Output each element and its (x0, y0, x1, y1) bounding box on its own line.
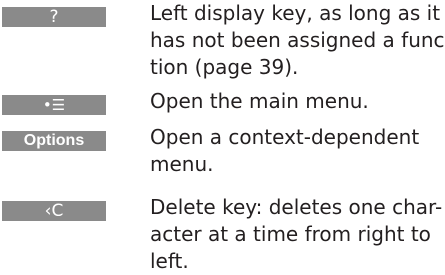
description-line: tion (page 39). (150, 55, 299, 79)
description-line: Left display key, as long as it (150, 1, 441, 25)
description-line: left. (150, 249, 189, 273)
delete-key[interactable]: ‹C (2, 201, 106, 221)
main-menu-key[interactable]: •☰ (2, 95, 106, 115)
delete-key-description: Delete key: deletes one char- acter at a… (150, 194, 445, 275)
description-line: menu. (150, 152, 214, 176)
main-menu-key-description: Open the main menu. (150, 88, 445, 115)
description-line: has not been assigned a func- (150, 28, 445, 52)
options-key-description: Open a context-dependent menu. (150, 124, 445, 178)
left-display-key-description: Left display key, as long as it has not … (150, 0, 445, 81)
description-line: Open the main menu. (150, 89, 369, 113)
description-line: acter at a time from right to (150, 222, 431, 246)
left-display-key[interactable]: ? (2, 7, 106, 27)
description-line: Delete key: deletes one char- (150, 195, 443, 219)
options-key[interactable]: Options (2, 131, 106, 151)
description-line: Open a context-dependent (150, 125, 420, 149)
